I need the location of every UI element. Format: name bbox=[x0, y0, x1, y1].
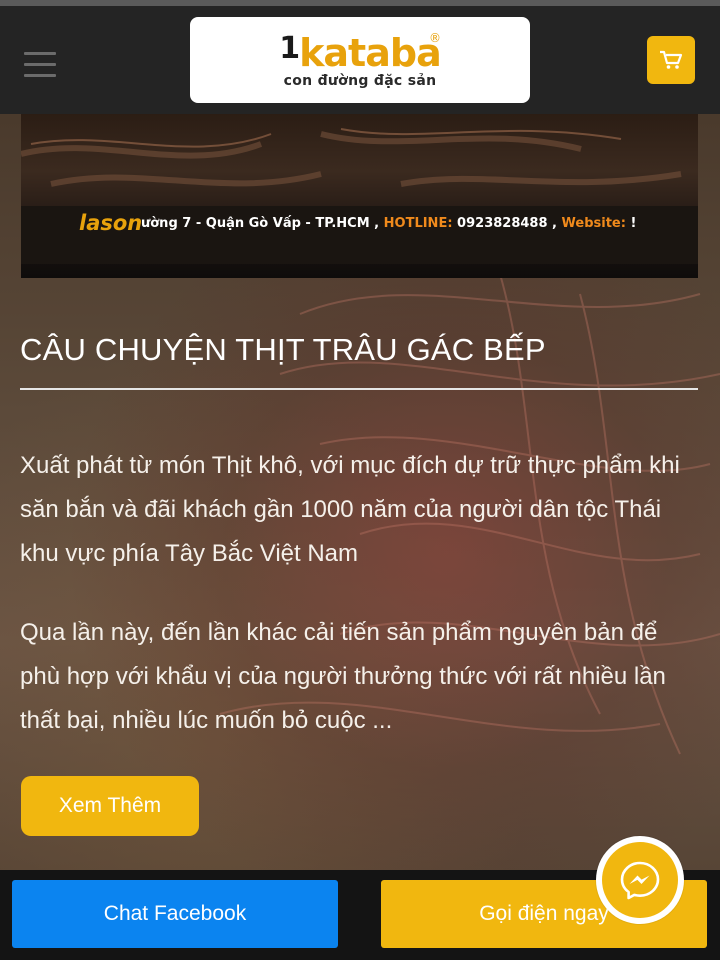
site-header: 1kataba ® con đường đặc sản bbox=[0, 6, 720, 114]
messenger-button[interactable] bbox=[596, 836, 684, 924]
cart-button[interactable] bbox=[647, 36, 695, 84]
banner-contact-line: ường 7 - Quận Gò Vấp - TP.HCM , HOTLINE:… bbox=[141, 216, 637, 231]
messenger-icon bbox=[620, 861, 660, 900]
cart-icon bbox=[660, 50, 683, 69]
logo-wordmark: 1kataba bbox=[279, 31, 441, 75]
chat-facebook-button[interactable]: Chat Facebook bbox=[12, 880, 338, 948]
banner-texture bbox=[21, 128, 682, 187]
logo[interactable]: 1kataba ® con đường đặc sản bbox=[190, 17, 530, 103]
banner-brand: lason bbox=[79, 211, 143, 235]
title-divider bbox=[20, 388, 698, 390]
article-paragraph-1: Xuất phát từ món Thịt khô, với mục đích … bbox=[20, 452, 680, 567]
messenger-icon-bg bbox=[602, 842, 678, 918]
logo-tagline: con đường đặc sản bbox=[283, 73, 437, 89]
hamburger-icon[interactable] bbox=[24, 52, 56, 78]
article-paragraph-2: Qua lần này, đến lần khác cải tiến sản p… bbox=[20, 619, 666, 734]
banner-image: lason ường 7 - Quận Gò Vấp - TP.HCM , HO… bbox=[21, 114, 698, 278]
read-more-button[interactable]: Xem Thêm bbox=[21, 776, 199, 836]
logo-registered-mark: ® bbox=[429, 31, 441, 45]
article-title: CÂU CHUYỆN THỊT TRÂU GÁC BẾP bbox=[20, 332, 546, 367]
